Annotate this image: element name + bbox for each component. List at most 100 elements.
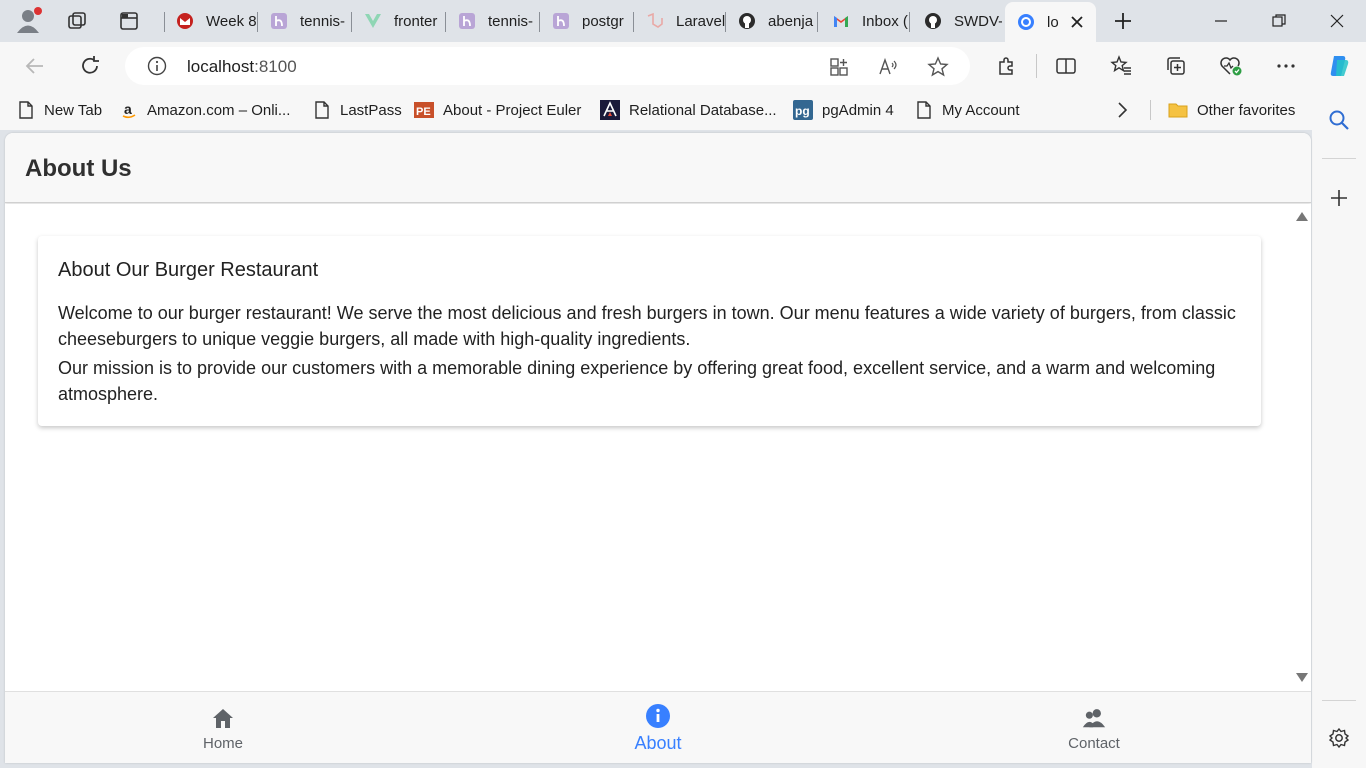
browser-tab[interactable]: tennis- [458, 6, 540, 36]
bookmark-project-euler[interactable]: PE About - Project Euler [414, 98, 581, 122]
tab-title: Week 8 [206, 12, 257, 30]
bookmark-lastpass[interactable]: LastPass [313, 98, 402, 122]
extensions-icon[interactable] [991, 51, 1021, 81]
ionic-icon [1017, 13, 1035, 31]
tab-separator [164, 12, 165, 32]
tab-actions-icon[interactable] [118, 10, 140, 32]
tab-contact[interactable]: Contact [994, 692, 1194, 763]
browser-tab[interactable]: tennis- [270, 6, 352, 36]
page-icon [17, 101, 35, 119]
folder-icon [1168, 101, 1188, 119]
read-aloud-icon[interactable] [877, 56, 899, 78]
page-icon [313, 101, 331, 119]
app-content[interactable]: About Our Burger Restaurant Welcome to o… [5, 204, 1311, 691]
bookmark-new-tab[interactable]: New Tab [17, 98, 102, 122]
bookmark-relational-database[interactable]: Relational Database... [600, 98, 777, 122]
address-bar[interactable]: localhost:8100 [125, 47, 970, 85]
minimize-button[interactable] [1198, 0, 1244, 42]
gmail-red-icon [176, 12, 194, 30]
bookmark-label: About - Project Euler [443, 101, 582, 119]
add-sidebar-app-icon[interactable] [1329, 188, 1349, 208]
browser-tab[interactable]: Week 8 [176, 6, 258, 36]
svg-text:a: a [124, 101, 132, 117]
bookmark-my-account[interactable]: My Account [915, 98, 1020, 122]
restore-button[interactable] [1256, 0, 1302, 42]
tab-title: Laravel [676, 12, 726, 30]
sidebar-settings-icon[interactable] [1328, 727, 1350, 749]
chevron-right-icon[interactable] [1112, 100, 1132, 120]
url-port: :8100 [254, 57, 297, 76]
card-paragraph: Welcome to our burger restaurant! We ser… [58, 303, 1236, 349]
workspaces-icon[interactable] [66, 10, 88, 32]
bookmark-label: pgAdmin 4 [822, 101, 894, 119]
refresh-button[interactable] [75, 51, 105, 81]
heroku-icon [458, 12, 476, 30]
app-header: About Us [5, 133, 1311, 203]
pgadmin-icon: pg [793, 100, 813, 120]
tab-label: About [634, 732, 682, 753]
scroll-up-arrow[interactable] [1296, 212, 1308, 221]
bookmark-label: My Account [942, 101, 1020, 119]
sidebar-separator [1322, 700, 1356, 701]
tab-title: fronter [394, 12, 438, 30]
tab-title: lo [1047, 13, 1059, 31]
other-favorites-folder[interactable]: Other favorites [1168, 98, 1295, 122]
svg-text:pg: pg [795, 104, 810, 118]
app-tab-bar: Home About Contact [5, 691, 1311, 763]
project-euler-icon: PE [414, 101, 434, 119]
tab-title: abenja [768, 12, 814, 30]
copilot-icon[interactable] [1324, 51, 1354, 81]
heroku-icon [552, 12, 570, 30]
browser-tab[interactable]: postgr [552, 6, 634, 36]
search-icon[interactable] [1327, 108, 1351, 132]
app-available-icon[interactable] [828, 56, 850, 78]
browser-tab-active[interactable]: lo [1005, 2, 1096, 42]
favorites-icon[interactable] [1106, 51, 1136, 81]
about-card: About Our Burger Restaurant Welcome to o… [38, 236, 1261, 426]
browser-tab-strip: Week 8 tennis- fronter tennis- postgr La… [0, 0, 1366, 42]
close-window-button[interactable] [1314, 0, 1360, 42]
edge-sidebar [1312, 110, 1366, 768]
bookmarks-bar: New Tab a Amazon.com – Onli... LastPass … [0, 90, 1366, 130]
laravel-icon [646, 12, 664, 30]
sidebar-separator [1322, 158, 1356, 159]
browser-tab[interactable]: SWDV- [924, 6, 1002, 36]
page-viewport: About Us About Our Burger Restaurant Wel… [5, 133, 1311, 763]
tab-title: Inbox ( [862, 12, 908, 30]
tab-label: Home [202, 734, 243, 752]
close-tab-icon[interactable] [1069, 14, 1085, 30]
bookmark-amazon[interactable]: a Amazon.com – Onli... [120, 98, 290, 122]
tab-home[interactable]: Home [123, 692, 323, 763]
tab-title: tennis- [488, 12, 534, 30]
other-favorites-label: Other favorites [1197, 101, 1296, 119]
new-tab-button[interactable] [1112, 10, 1134, 32]
heroku-icon [270, 12, 288, 30]
address-url[interactable]: localhost:8100 [187, 57, 297, 77]
site-info-icon[interactable] [147, 56, 167, 76]
more-menu-icon[interactable] [1271, 51, 1301, 81]
bookmark-label: Relational Database... [629, 101, 777, 119]
vue-icon [364, 12, 382, 30]
amazon-icon: a [120, 101, 138, 119]
browser-tab[interactable]: abenja [738, 6, 818, 36]
tab-title: tennis- [300, 12, 346, 30]
bookmark-label: New Tab [44, 101, 103, 119]
svg-text:PE: PE [416, 106, 431, 118]
bookmark-pgadmin[interactable]: pg pgAdmin 4 [793, 98, 894, 122]
split-screen-icon[interactable] [1051, 51, 1081, 81]
scroll-down-arrow[interactable] [1296, 673, 1308, 682]
github-icon [924, 12, 942, 30]
profile-avatar[interactable] [14, 6, 42, 34]
tab-about[interactable]: About [558, 692, 758, 763]
card-title: About Our Burger Restaurant [58, 259, 319, 281]
people-icon [1081, 705, 1107, 731]
browser-tab[interactable]: Inbox ( [832, 6, 910, 36]
collections-icon[interactable] [1161, 51, 1191, 81]
github-icon [738, 12, 756, 30]
url-host: localhost [187, 57, 255, 76]
back-button[interactable] [20, 51, 50, 81]
browser-tab[interactable]: Laravel [646, 6, 726, 36]
favorite-star-icon[interactable] [927, 56, 949, 78]
browser-tab[interactable]: fronter [364, 6, 446, 36]
browser-essentials-icon[interactable] [1216, 51, 1246, 81]
